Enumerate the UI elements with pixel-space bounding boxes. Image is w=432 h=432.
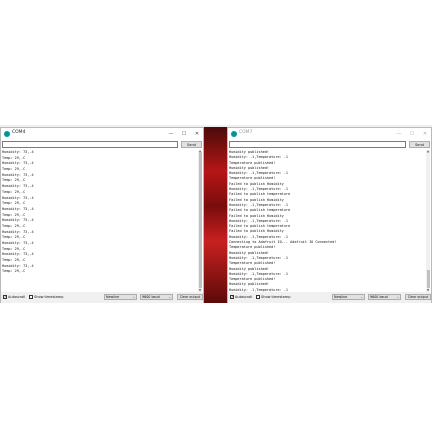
autoscroll-label: Autoscroll [235, 295, 253, 299]
vertical-scrollbar[interactable]: ▲ ▼ [198, 150, 202, 292]
arduino-icon [231, 131, 237, 137]
output-lines: Humidity published! Humidity: -1,Temperat… [229, 150, 430, 292]
serial-input[interactable] [229, 141, 406, 148]
chevron-down-icon: ⌄ [132, 295, 135, 299]
chevron-down-icon: ⌄ [396, 295, 399, 299]
send-row: Send [2, 141, 202, 149]
vertical-scrollbar[interactable]: ▲ ▼ [426, 150, 430, 292]
clear-output-button[interactable]: Clear output [405, 294, 431, 300]
serial-output[interactable]: Humidity published! Humidity: -1,Temperat… [229, 150, 430, 292]
chevron-down-icon: ⌄ [168, 295, 171, 299]
clear-output-button[interactable]: Clear output [177, 294, 203, 300]
send-button[interactable]: Send [409, 141, 430, 148]
line-ending-select[interactable]: Newline ⌄ [332, 294, 365, 300]
chevron-down-icon: ⌄ [360, 295, 363, 299]
autoscroll-checkbox[interactable]: ✓ [3, 295, 7, 299]
baud-value: 9600 baud [142, 295, 160, 299]
minimize-icon[interactable]: — [393, 129, 405, 139]
maximize-icon[interactable]: ☐ [178, 129, 190, 139]
timestamp-label: Show timestamp [34, 295, 64, 299]
scroll-thumb[interactable] [198, 152, 202, 288]
send-button[interactable]: Send [181, 141, 202, 148]
maximize-icon[interactable]: ☐ [406, 129, 418, 139]
autoscroll-label: Autoscroll [8, 295, 26, 299]
close-icon[interactable]: ✕ [191, 129, 203, 139]
close-icon[interactable]: ✕ [419, 129, 431, 139]
bottom-bar: ✓ Autoscroll Show timestamp Newline ⌄ 960… [1, 292, 203, 303]
timestamp-label: Show timestamp [261, 295, 291, 299]
serial-monitor-window-com7: COM7 — ☐ ✕ Send Humidity published! Humid… [227, 127, 432, 303]
timestamp-checkbox[interactable] [256, 295, 260, 299]
baud-select[interactable]: 9600 baud ⌄ [140, 294, 173, 300]
output-lines: Humidity: 73,.4 Temp: 29,.C Humidity: 73,.… [2, 150, 202, 275]
serial-monitor-window-com4: COM4 — ☐ ✕ Send Humidity: 73,.4 Temp: 29,… [0, 127, 204, 303]
window-title: COM7 [239, 130, 253, 135]
serial-input[interactable] [2, 141, 178, 148]
minimize-icon[interactable]: — [165, 129, 177, 139]
arduino-icon [4, 131, 10, 137]
title-bar[interactable]: COM7 — ☐ ✕ [228, 128, 431, 140]
title-bar[interactable]: COM4 — ☐ ✕ [1, 128, 203, 140]
timestamp-checkbox[interactable] [29, 295, 33, 299]
line-ending-value: Newline [334, 295, 348, 299]
scroll-thumb[interactable] [426, 270, 430, 288]
baud-select[interactable]: 9600 baud ⌄ [368, 294, 401, 300]
serial-output[interactable]: Humidity: 73,.4 Temp: 29,.C Humidity: 73,.… [2, 150, 202, 292]
line-ending-select[interactable]: Newline ⌄ [104, 294, 137, 300]
baud-value: 9600 baud [370, 295, 388, 299]
wallpaper-strip [203, 127, 228, 303]
scroll-up-icon[interactable]: ▲ [426, 150, 430, 153]
send-row: Send [229, 141, 430, 149]
line-ending-value: Newline [106, 295, 120, 299]
output-line: Temp: 29,.C [2, 269, 26, 274]
bottom-bar: ✓ Autoscroll Show timestamp Newline ⌄ 960… [228, 292, 431, 303]
autoscroll-checkbox[interactable]: ✓ [230, 295, 234, 299]
window-title: COM4 [12, 130, 26, 135]
